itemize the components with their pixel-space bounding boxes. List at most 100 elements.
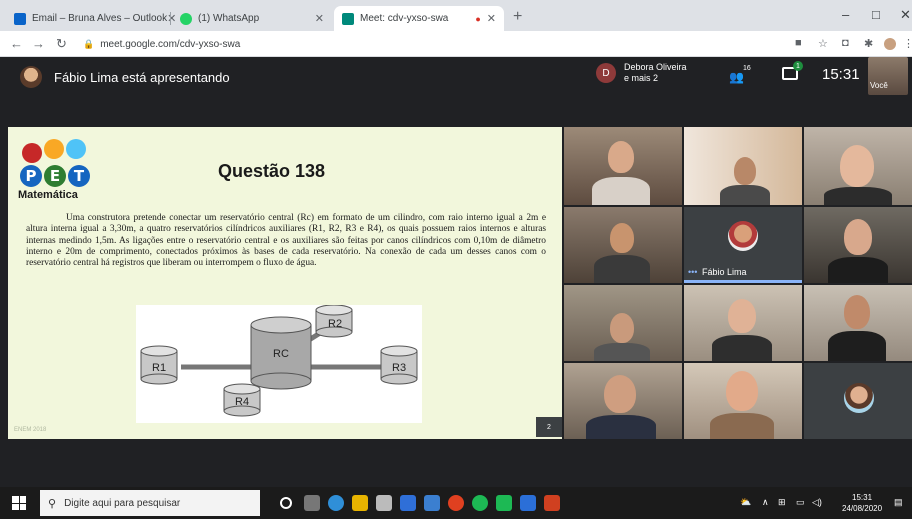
logo-letter-e: E: [44, 165, 66, 187]
back-icon[interactable]: ←: [10, 36, 23, 51]
logo-ball-yellow: [44, 139, 64, 159]
face: [844, 219, 872, 255]
participant-tile[interactable]: [804, 207, 912, 283]
mail-icon[interactable]: [400, 495, 416, 511]
logo-ball-blue: [66, 139, 86, 159]
participant-name: Debora Oliveira: [624, 62, 687, 72]
maximize-button[interactable]: □: [872, 7, 880, 22]
puzzle-icon[interactable]: ✱: [864, 37, 873, 50]
camera-icon[interactable]: ■: [795, 37, 802, 49]
skype-icon[interactable]: [520, 495, 536, 511]
system-clock[interactable]: 15:31 24/08/2020: [842, 492, 882, 514]
browser-tab-strip: Email – Bruna Alves – Outlook ✕ (1) What…: [0, 0, 912, 31]
label-r2: R2: [328, 318, 342, 330]
minimize-button[interactable]: –: [842, 7, 849, 22]
chat-badge: 1: [793, 61, 803, 71]
face: [734, 157, 756, 185]
presenter-text: Fábio Lima está apresentando: [54, 69, 230, 85]
meet-stage: Fábio Lima está apresentando D Debora Ol…: [0, 57, 912, 487]
weather-icon[interactable]: ⛅: [740, 497, 751, 508]
menu-icon[interactable]: ⋮: [903, 37, 912, 50]
label-rc: RC: [273, 348, 289, 360]
more-options-icon[interactable]: •••: [688, 267, 697, 277]
close-icon[interactable]: ✕: [487, 12, 496, 25]
battery-icon[interactable]: ▭: [796, 497, 805, 508]
slide-page-number: 2: [536, 417, 562, 437]
participant-tile[interactable]: [804, 127, 912, 205]
close-window-button[interactable]: ✕: [900, 7, 911, 23]
tab-label: (1) WhatsApp: [198, 13, 260, 24]
star-icon[interactable]: ☆: [818, 37, 828, 50]
label-r3: R3: [392, 362, 406, 374]
powerpoint-icon[interactable]: [544, 495, 560, 511]
face: [844, 295, 870, 329]
cortana-icon[interactable]: [280, 497, 292, 509]
body: [586, 415, 656, 439]
app-icon[interactable]: [424, 495, 440, 511]
whatsapp-taskbar-icon[interactable]: [496, 495, 512, 511]
participant-chip[interactable]: D Debora Oliveira e mais 2: [596, 62, 687, 84]
notifications-icon[interactable]: ▤: [894, 497, 903, 508]
body: [710, 413, 774, 439]
label-r1: R1: [152, 362, 166, 374]
face: [726, 371, 758, 411]
extension-icon[interactable]: ◘: [842, 37, 849, 49]
tab-divider: [170, 12, 171, 25]
forward-icon[interactable]: →: [32, 36, 45, 51]
participant-grid: ••• Fábio Lima: [564, 127, 912, 439]
people-count: 16: [743, 65, 751, 72]
close-icon[interactable]: ✕: [315, 12, 324, 25]
outlook-icon: [14, 12, 26, 25]
task-view-icon[interactable]: [304, 495, 320, 511]
participant-tile[interactable]: [684, 285, 802, 361]
participant-tile[interactable]: [564, 127, 682, 205]
volume-icon[interactable]: ◁): [812, 497, 822, 508]
presenter-tile[interactable]: ••• Fábio Lima: [684, 207, 802, 283]
meeting-clock: 15:31: [822, 66, 860, 83]
pet-logo: P E T Matemática: [14, 139, 94, 201]
logo-letter-t: T: [68, 165, 90, 187]
spotify-icon[interactable]: [472, 495, 488, 511]
participant-tile[interactable]: [684, 127, 802, 205]
body: [712, 335, 772, 361]
participant-tile[interactable]: [564, 363, 682, 439]
participant-tile[interactable]: [564, 285, 682, 361]
store-icon[interactable]: [376, 495, 392, 511]
tab-outlook[interactable]: Email – Bruna Alves – Outlook ✕: [6, 6, 176, 31]
profile-avatar[interactable]: [884, 38, 896, 50]
meet-icon: [342, 12, 354, 25]
participant-tile[interactable]: [684, 363, 802, 439]
face: [610, 223, 634, 253]
face: [608, 141, 634, 173]
participant-tile[interactable]: [804, 363, 912, 439]
self-label: Você: [870, 81, 888, 90]
browser-toolbar: ← → ↻ 🔒 meet.google.com/cdv-yxso-swa ■ ☆…: [0, 31, 912, 57]
question-text: Uma construtora pretende conectar um res…: [26, 213, 546, 269]
presenter-tile-name: Fábio Lima: [702, 267, 747, 277]
windows-start-icon[interactable]: [12, 496, 26, 510]
taskbar-search[interactable]: ⚲ Digite aqui para pesquisar: [40, 490, 260, 516]
avatar: [844, 383, 874, 413]
slide-title: Questão 138: [218, 161, 326, 181]
network-icon[interactable]: ⊞: [778, 497, 786, 508]
address-bar[interactable]: 🔒 meet.google.com/cdv-yxso-swa: [83, 34, 763, 54]
lock-icon: 🔒: [83, 38, 95, 49]
edge-icon[interactable]: [328, 495, 344, 511]
new-tab-button[interactable]: +: [513, 8, 522, 26]
participant-tile[interactable]: [804, 285, 912, 361]
search-placeholder: Digite aqui para pesquisar: [64, 497, 181, 509]
participant-tile[interactable]: [564, 207, 682, 283]
tab-whatsapp[interactable]: (1) WhatsApp ✕: [172, 6, 332, 31]
meet-top-controls: D Debora Oliveira e mais 2 👥 16 1 15:31 …: [596, 57, 912, 97]
file-explorer-icon[interactable]: [352, 495, 368, 511]
system-time: 15:31: [852, 493, 873, 502]
body: [828, 331, 886, 361]
system-date: 24/08/2020: [842, 504, 883, 513]
avatar: [20, 66, 42, 88]
tab-meet[interactable]: Meet: cdv-yxso-swa ● ✕: [334, 6, 504, 31]
reload-icon[interactable]: ↻: [56, 36, 67, 52]
chrome-icon[interactable]: [448, 495, 464, 511]
logo-ball-red: [22, 143, 42, 163]
chevron-up-icon[interactable]: ∧: [762, 497, 769, 508]
people-icon[interactable]: 👥: [729, 70, 744, 84]
